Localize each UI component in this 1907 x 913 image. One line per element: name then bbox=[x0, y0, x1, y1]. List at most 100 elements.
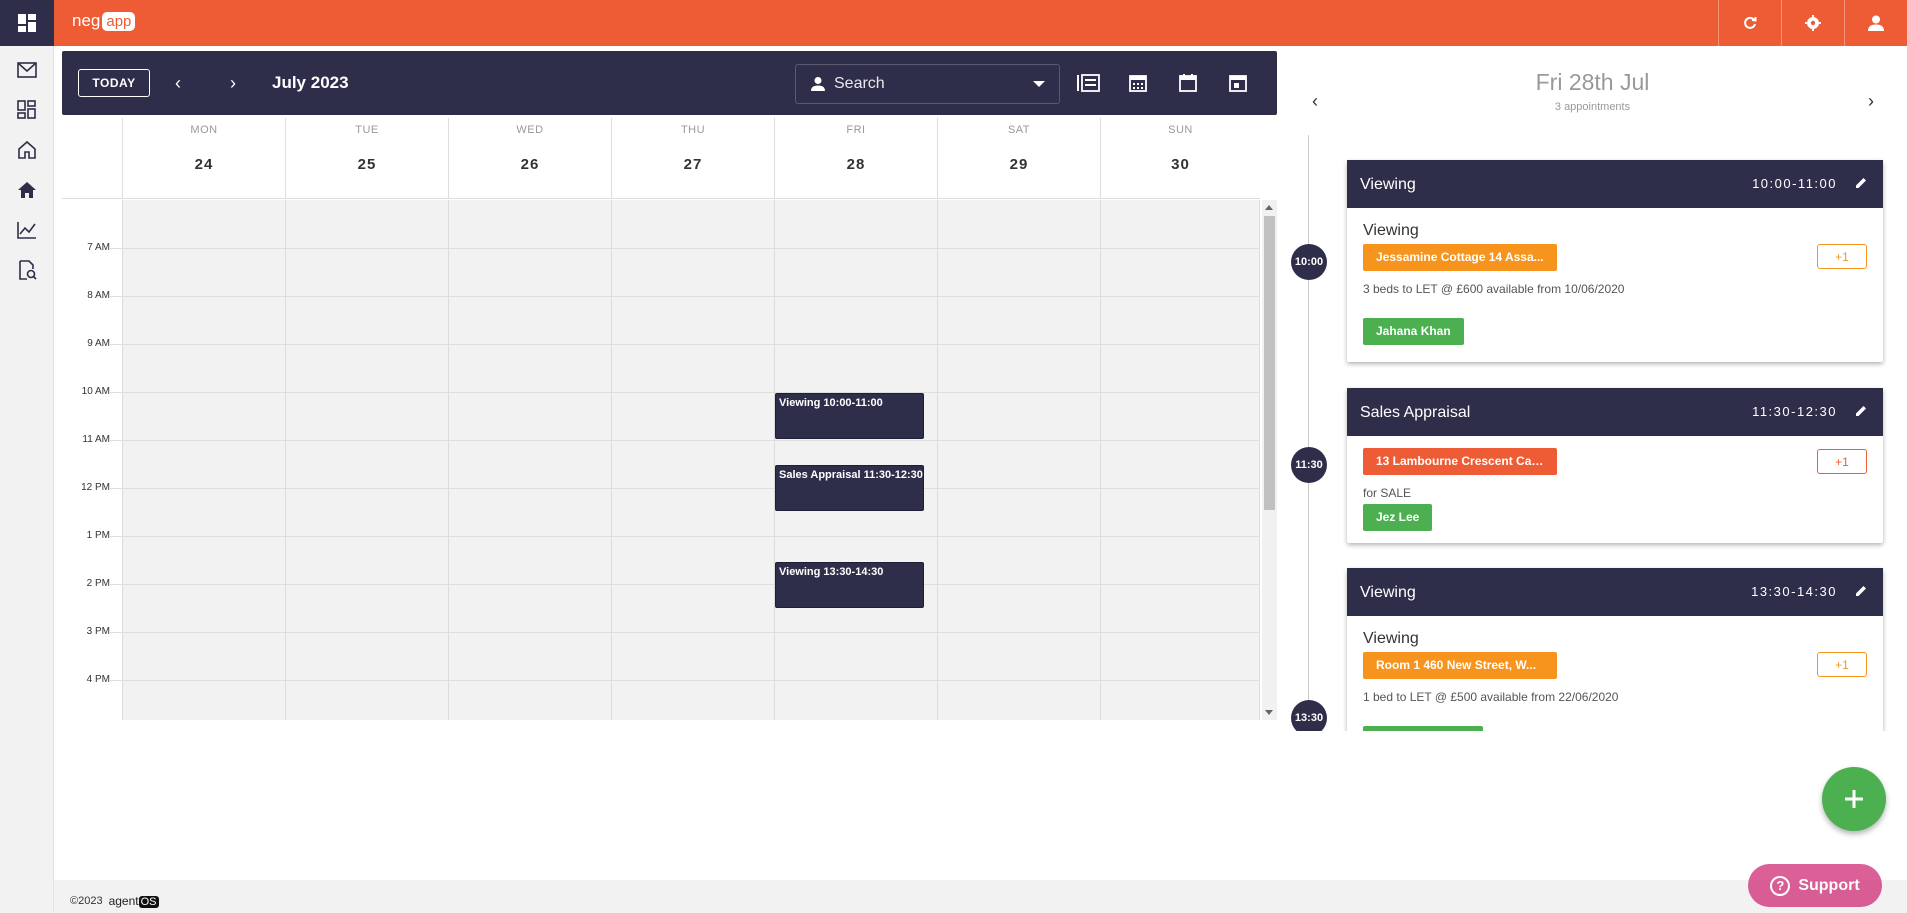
appointment-header: Viewing 10:00-11:00 bbox=[1347, 160, 1883, 208]
edit-pencil-icon[interactable] bbox=[1853, 175, 1869, 191]
house-outline-icon bbox=[18, 140, 36, 159]
appointment-body: 13 Lambourne Crescent Car... +1 for SALE… bbox=[1347, 436, 1883, 543]
previous-week-button[interactable]: ‹ bbox=[164, 69, 192, 97]
day-column-sun[interactable] bbox=[1100, 200, 1260, 720]
more-properties-button[interactable]: +1 bbox=[1817, 652, 1867, 677]
sidebar-item-dashboard[interactable] bbox=[0, 90, 54, 130]
calendar-scrollbar[interactable] bbox=[1262, 200, 1277, 720]
sidebar-item-mail[interactable] bbox=[0, 50, 54, 90]
scroll-down-arrow-icon[interactable] bbox=[1265, 710, 1273, 715]
settings-button[interactable] bbox=[1781, 0, 1844, 46]
sidebar-item-home[interactable] bbox=[0, 170, 54, 210]
day-column-fri[interactable] bbox=[774, 200, 937, 720]
dashboard-icon bbox=[17, 100, 36, 119]
sidebar-item-properties[interactable] bbox=[0, 130, 54, 170]
days-area[interactable]: Viewing 10:00-11:00 Sales Appraisal 11:3… bbox=[122, 200, 1260, 720]
property-description: 3 beds to LET @ £600 available from 10/0… bbox=[1363, 282, 1625, 296]
edit-pencil-icon[interactable] bbox=[1853, 583, 1869, 599]
day-header-wed[interactable]: WED 26 bbox=[448, 118, 611, 199]
appointment-body: Viewing Room 1 460 New Street, W... +1 1… bbox=[1347, 616, 1883, 731]
appointment-card[interactable]: Viewing 13:30-14:30 Viewing Room 1 460 N… bbox=[1347, 568, 1883, 731]
day-column-wed[interactable] bbox=[448, 200, 611, 720]
brand-text-agent: agent bbox=[108, 894, 139, 908]
scrollbar-thumb[interactable] bbox=[1264, 216, 1275, 510]
support-button[interactable]: ? Support bbox=[1748, 864, 1882, 907]
list-view-icon bbox=[1077, 74, 1100, 92]
hour-tick bbox=[110, 584, 122, 585]
day-header-sun[interactable]: SUN 30 bbox=[1100, 118, 1260, 199]
calendar-event[interactable]: Viewing 13:30-14:30 bbox=[775, 562, 924, 608]
time-label: 11 AM bbox=[82, 434, 110, 445]
day-header-thu[interactable]: THU 27 bbox=[611, 118, 774, 199]
time-label: 3 PM bbox=[86, 626, 110, 637]
day-name: THU bbox=[680, 124, 706, 136]
search-select[interactable]: Search bbox=[795, 64, 1060, 104]
day-header-sat[interactable]: SAT 29 bbox=[937, 118, 1100, 199]
day-header-mon[interactable]: MON 24 bbox=[122, 118, 285, 199]
timeline-time-dot: 10:00 bbox=[1291, 244, 1327, 280]
refresh-button[interactable] bbox=[1718, 0, 1781, 46]
calendar-toolbar: TODAY ‹ › July 2023 Search bbox=[62, 51, 1277, 115]
agenda-date-title: Fri 28th Jul bbox=[1535, 69, 1650, 95]
calendar-event[interactable]: Sales Appraisal 11:30-12:30 bbox=[775, 465, 924, 511]
time-label: 9 AM bbox=[87, 338, 110, 349]
sidebar-item-search-documents[interactable] bbox=[0, 250, 54, 290]
agenda-next-day-button[interactable]: › bbox=[1861, 87, 1881, 115]
dashboard-menu-button[interactable] bbox=[0, 0, 54, 46]
week-view-button[interactable] bbox=[1173, 69, 1203, 97]
today-button[interactable]: TODAY bbox=[78, 69, 150, 97]
next-week-button[interactable]: › bbox=[219, 69, 247, 97]
day-column-tue[interactable] bbox=[285, 200, 448, 720]
month-view-button[interactable] bbox=[1123, 69, 1153, 97]
day-header-fri[interactable]: FRI 28 bbox=[774, 118, 937, 199]
appointment-title: Sales Appraisal bbox=[1360, 404, 1471, 421]
day-name: SAT bbox=[1007, 124, 1031, 136]
footer: ©2023 agent OS bbox=[54, 880, 1907, 913]
day-agenda-panel: ‹ Fri 28th Jul 3 appointments › 10:00 Vi… bbox=[1285, 51, 1900, 731]
more-properties-button[interactable]: +1 bbox=[1817, 449, 1867, 474]
account-button[interactable] bbox=[1844, 0, 1907, 46]
user-icon bbox=[1868, 15, 1884, 31]
more-properties-button[interactable]: +1 bbox=[1817, 244, 1867, 269]
add-appointment-button[interactable] bbox=[1822, 767, 1886, 831]
appointment-body: Viewing Jessamine Cottage 14 Assa... +1 … bbox=[1347, 208, 1883, 357]
day-column-thu[interactable] bbox=[611, 200, 774, 720]
plus-icon bbox=[1845, 790, 1863, 808]
time-label: 8 AM bbox=[87, 290, 110, 301]
property-tag[interactable]: 13 Lambourne Crescent Car... bbox=[1363, 448, 1557, 475]
day-date: 25 bbox=[357, 156, 377, 173]
property-tag[interactable]: Room 1 460 New Street, W... bbox=[1363, 652, 1557, 679]
appointment-card[interactable]: Viewing 10:00-11:00 Viewing Jessamine Co… bbox=[1347, 160, 1883, 362]
document-search-icon bbox=[19, 260, 37, 280]
support-label: Support bbox=[1798, 876, 1860, 894]
dropdown-caret-icon bbox=[1033, 81, 1045, 87]
day-column-sat[interactable] bbox=[937, 200, 1100, 720]
appointment-header: Viewing 13:30-14:30 bbox=[1347, 568, 1883, 616]
hour-tick bbox=[110, 296, 122, 297]
hour-tick bbox=[110, 248, 122, 249]
day-date: 27 bbox=[683, 156, 703, 173]
scroll-up-arrow-icon[interactable] bbox=[1265, 205, 1273, 210]
calendar-event[interactable]: Viewing 10:00-11:00 bbox=[775, 393, 924, 439]
attendee-tag[interactable]: Jez Lee bbox=[1363, 504, 1433, 531]
agenda-view-button[interactable] bbox=[1073, 69, 1103, 97]
attendee-tag[interactable]: Jahana Khan bbox=[1363, 318, 1464, 345]
sidebar-item-reports[interactable] bbox=[0, 210, 54, 250]
day-column-mon[interactable] bbox=[122, 200, 285, 720]
day-name: FRI bbox=[846, 124, 866, 136]
day-header-row: MON 24 TUE 25 WED 26 THU 27 FRI 28 SAT 2… bbox=[62, 118, 1260, 199]
day-view-button[interactable] bbox=[1223, 69, 1253, 97]
day-header-tue[interactable]: TUE 25 bbox=[285, 118, 448, 199]
appointment-title: Viewing bbox=[1360, 584, 1416, 601]
house-filled-icon bbox=[18, 182, 36, 198]
appointment-card[interactable]: Sales Appraisal 11:30-12:30 13 Lambourne… bbox=[1347, 388, 1883, 543]
negapp-logo[interactable]: neg app bbox=[72, 11, 136, 31]
edit-pencil-icon[interactable] bbox=[1853, 403, 1869, 419]
calendar-week-icon bbox=[1179, 74, 1197, 92]
timeline-time-dot: 13:30 bbox=[1291, 700, 1327, 731]
time-gutter: 7 AM 8 AM 9 AM 10 AM 11 AM 12 PM 1 PM 2 … bbox=[62, 200, 122, 720]
attendee-tag[interactable] bbox=[1363, 726, 1483, 731]
agentos-logo[interactable]: agent OS bbox=[109, 894, 159, 908]
property-tag[interactable]: Jessamine Cottage 14 Assa... bbox=[1363, 244, 1557, 271]
month-label: July 2023 bbox=[272, 73, 349, 92]
